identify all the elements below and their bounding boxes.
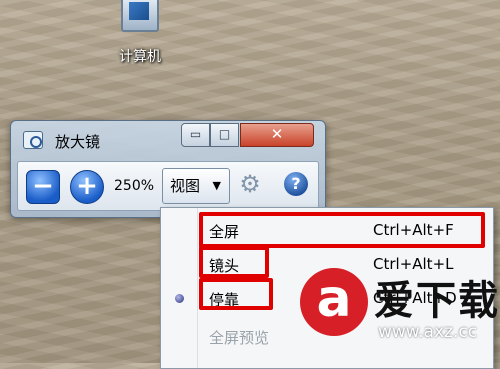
chevron-down-icon: ▼: [212, 179, 221, 192]
highlight-box-fullscreen: [199, 212, 485, 248]
view-label: 视图: [170, 177, 201, 195]
help-icon[interactable]: ?: [284, 172, 308, 196]
maximize-button[interactable]: □: [210, 123, 239, 147]
magnifier-window: 放大镜 ▭ □ ✕ − + 250% 视图 ▼ ⚙ ?: [10, 120, 326, 218]
title-bar[interactable]: 放大镜 ▭ □ ✕: [11, 121, 325, 157]
highlight-box-docked: [199, 278, 273, 310]
gear-icon[interactable]: ⚙: [238, 172, 262, 196]
minimize-button[interactable]: ▭: [181, 123, 210, 147]
zoom-out-button[interactable]: −: [26, 170, 60, 204]
computer-icon: [121, 0, 159, 32]
zoom-in-button[interactable]: +: [70, 170, 104, 204]
magnifier-icon: [23, 131, 43, 149]
highlight-box-lens: [199, 246, 269, 278]
watermark-logo: a: [300, 268, 368, 336]
zoom-level: 250%: [114, 178, 155, 194]
site-watermark: a 爱下载 www.axz.cc: [300, 266, 500, 363]
window-title: 放大镜: [55, 133, 101, 151]
close-button[interactable]: ✕: [240, 123, 314, 147]
desktop-icon-label: 计算机: [119, 49, 161, 65]
selected-bullet-icon: [175, 294, 184, 303]
magnifier-toolbar: − + 250% 视图 ▼ ⚙ ?: [17, 161, 319, 211]
menu-item-label: 全屏预览: [209, 329, 270, 347]
desktop-computer-shortcut[interactable]: 计算机: [104, 0, 176, 66]
watermark-name: 爱下载: [374, 278, 500, 324]
view-dropdown-button[interactable]: 视图 ▼: [162, 168, 230, 204]
watermark-url: www.axz.cc: [378, 322, 478, 342]
